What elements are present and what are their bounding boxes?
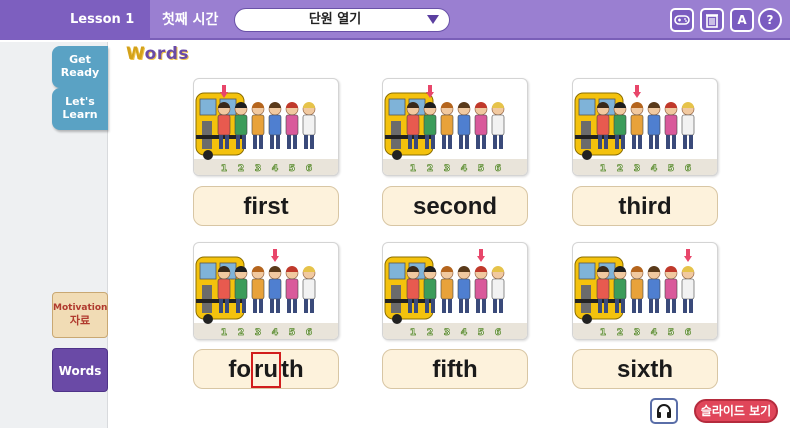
sidebar-item-label: 자료 — [69, 314, 91, 327]
trash-icon — [706, 14, 718, 28]
child-number-label: 2 — [238, 328, 244, 338]
pointer-arrow-icon — [633, 85, 641, 98]
headphones-icon — [657, 404, 671, 418]
child-number-label: 4 — [651, 328, 657, 338]
game-button[interactable] — [670, 8, 694, 32]
child-number-label: 1 — [221, 164, 227, 174]
bus-line-illustration: 1 2 3 4 5 6 — [383, 249, 527, 339]
top-bar: Lesson 1 첫째 시간 단원 열기 A ? — [0, 0, 790, 40]
unit-select-value: 단원 열기 — [308, 12, 362, 27]
bus-line-illustration: 1 2 3 4 5 6 — [573, 85, 717, 175]
child-number-label: 2 — [617, 164, 623, 174]
sidebar-item-words[interactable]: Words — [52, 348, 108, 392]
dropdown-arrow-icon — [427, 15, 439, 24]
child-number-label: 5 — [289, 164, 295, 174]
child-number-label: 6 — [306, 164, 312, 174]
child-number-label: 3 — [444, 164, 450, 174]
bus-line-illustration: 1 2 3 4 5 6 — [383, 85, 527, 175]
audio-button[interactable] — [650, 398, 678, 424]
word-label: first — [243, 193, 289, 220]
sidebar-item-motivation[interactable]: Motivation 자료 — [52, 292, 108, 338]
child-number-label: 3 — [444, 328, 450, 338]
child-number-label: 1 — [221, 328, 227, 338]
word-picture-card[interactable]: 1 2 3 4 5 6 — [572, 242, 718, 340]
child-number-label: 5 — [668, 164, 674, 174]
page-title-initial: W — [126, 44, 145, 64]
child-number-label: 2 — [427, 328, 433, 338]
sidebar-item-label: Let's — [65, 95, 95, 108]
child-number-label: 3 — [634, 164, 640, 174]
trash-button[interactable] — [700, 8, 724, 32]
word-picture-card[interactable]: 1 2 3 4 5 6 — [382, 242, 528, 340]
child-number-label: 4 — [461, 328, 467, 338]
child-number-label: 6 — [685, 328, 691, 338]
help-button[interactable]: ? — [758, 8, 782, 32]
child-number-label: 4 — [272, 164, 278, 174]
word-card-third[interactable]: third — [572, 186, 718, 226]
highlight-box: ru — [251, 352, 281, 388]
pointer-arrow-icon — [477, 249, 485, 262]
child-number-label: 3 — [634, 328, 640, 338]
page-title: Words — [126, 44, 189, 64]
word-card-first[interactable]: first — [193, 186, 339, 226]
slide-view-button[interactable]: 슬라이드 보기 — [694, 399, 778, 423]
child-number-label: 2 — [617, 328, 623, 338]
word-card-fourth[interactable]: fo ru th — [193, 349, 339, 389]
sidebar-item-lets-learn[interactable]: Let's Learn — [52, 88, 108, 130]
word-label: sixth — [616, 356, 673, 383]
word-picture-card[interactable]: 1 2 3 4 5 6 — [193, 242, 339, 340]
page-title-rest: ords — [144, 44, 190, 64]
help-icon: ? — [766, 13, 774, 27]
child-number-label: 2 — [427, 164, 433, 174]
child-number-label: 4 — [461, 164, 467, 174]
app-window: Lesson 1 첫째 시간 단원 열기 A ? Get Ready Let's… — [0, 0, 790, 428]
bus-line-illustration: 1 2 3 4 5 6 — [194, 249, 338, 339]
child-number-label: 4 — [272, 328, 278, 338]
word-label-prefix: fo — [228, 356, 251, 383]
word-label: second — [412, 193, 498, 220]
child-number-label: 1 — [600, 164, 606, 174]
pointer-arrow-icon — [271, 249, 279, 262]
child-number-label: 6 — [495, 164, 501, 174]
bus-line-illustration: 1 2 3 4 5 6 — [573, 249, 717, 339]
child-number-label: 4 — [651, 164, 657, 174]
child-number-label: 6 — [685, 164, 691, 174]
sidebar-item-label: Get — [69, 53, 91, 66]
child-number-label: 5 — [478, 328, 484, 338]
word-card-sixth[interactable]: sixth — [572, 349, 718, 389]
child-number-label: 1 — [410, 164, 416, 174]
sidebar-item-label: Motivation — [53, 303, 108, 313]
word-card-fifth[interactable]: fifth — [382, 349, 528, 389]
word-card-second[interactable]: second — [382, 186, 528, 226]
lesson-tab[interactable]: Lesson 1 — [0, 0, 150, 40]
session-title: 첫째 시간 — [162, 12, 219, 28]
bus-line-illustration: 1 2 3 4 5 6 — [194, 85, 338, 175]
child-number-label: 3 — [255, 328, 261, 338]
child-number-label: 5 — [289, 328, 295, 338]
word-label-suffix: th — [281, 356, 304, 383]
unit-select[interactable]: 단원 열기 — [234, 8, 450, 32]
child-number-label: 1 — [410, 328, 416, 338]
word-label: third — [618, 193, 672, 220]
word-picture-card[interactable]: 1 2 3 4 5 6 — [382, 78, 528, 176]
child-number-label: 5 — [478, 164, 484, 174]
child-number-label: 2 — [238, 164, 244, 174]
child-number-label: 6 — [306, 328, 312, 338]
word-picture-card[interactable]: 1 2 3 4 5 6 — [572, 78, 718, 176]
word-picture-card[interactable]: 1 2 3 4 5 6 — [193, 78, 339, 176]
gamepad-icon — [674, 15, 690, 25]
child-number-label: 3 — [255, 164, 261, 174]
sidebar-item-label: Words — [58, 364, 102, 378]
word-label: fifth — [432, 356, 478, 383]
child-number-label: 6 — [495, 328, 501, 338]
child-number-label: 5 — [668, 328, 674, 338]
sidebar-item-label: Ready — [60, 66, 100, 79]
pointer-arrow-icon — [684, 249, 692, 262]
dictionary-icon: A — [737, 13, 747, 27]
sidebar-item-get-ready[interactable]: Get Ready — [52, 46, 108, 88]
dictionary-button[interactable]: A — [730, 8, 754, 32]
child-number-label: 1 — [600, 328, 606, 338]
sidebar-item-label: Learn — [62, 108, 98, 121]
